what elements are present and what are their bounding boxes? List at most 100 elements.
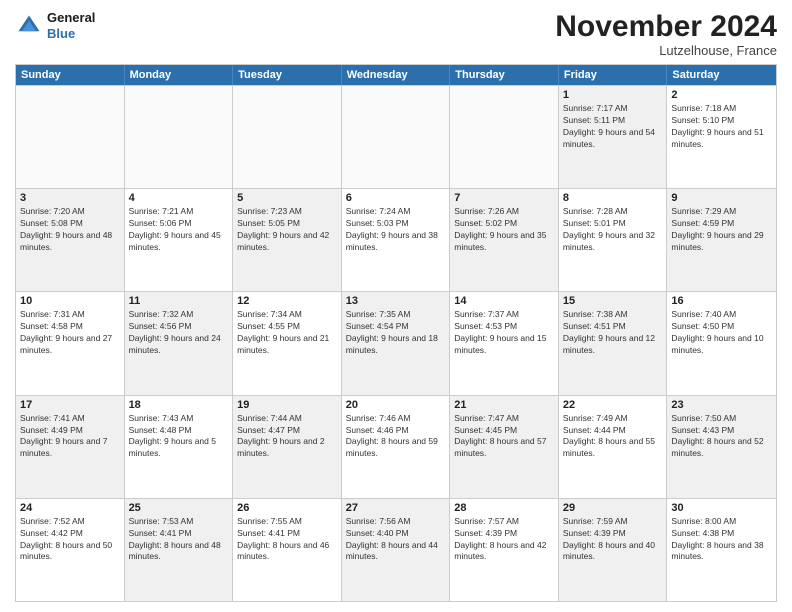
cell-info: Sunrise: 7:37 AM Sunset: 4:53 PM Dayligh…	[454, 309, 554, 357]
day-number: 12	[237, 295, 337, 307]
cal-cell-0-6: 2 Sunrise: 7:18 AM Sunset: 5:10 PM Daylig…	[667, 86, 776, 188]
day-number: 2	[671, 89, 772, 101]
cal-cell-2-1: 11 Sunrise: 7:32 AM Sunset: 4:56 PM Dayli…	[125, 292, 234, 394]
calendar: Sunday Monday Tuesday Wednesday Thursday…	[15, 64, 777, 602]
cell-info: Sunrise: 7:57 AM Sunset: 4:39 PM Dayligh…	[454, 516, 554, 564]
day-number: 20	[346, 399, 446, 411]
day-number: 25	[129, 502, 229, 514]
cell-info: Sunrise: 7:17 AM Sunset: 5:11 PM Dayligh…	[563, 103, 663, 151]
cell-info: Sunrise: 7:56 AM Sunset: 4:40 PM Dayligh…	[346, 516, 446, 564]
cal-cell-4-5: 29Sunrise: 7:59 AM Sunset: 4:39 PM Dayli…	[559, 499, 668, 601]
day-number: 10	[20, 295, 120, 307]
calendar-body: 1 Sunrise: 7:17 AM Sunset: 5:11 PM Daylig…	[16, 85, 776, 601]
cell-info: Sunrise: 7:18 AM Sunset: 5:10 PM Dayligh…	[671, 103, 772, 151]
day-number: 8	[563, 192, 663, 204]
title-area: November 2024 Lutzelhouse, France	[555, 10, 777, 58]
day-number: 15	[563, 295, 663, 307]
cell-info: Sunrise: 7:55 AM Sunset: 4:41 PM Dayligh…	[237, 516, 337, 564]
cal-cell-2-6: 16 Sunrise: 7:40 AM Sunset: 4:50 PM Dayli…	[667, 292, 776, 394]
cell-info: Sunrise: 7:41 AM Sunset: 4:49 PM Dayligh…	[20, 413, 120, 461]
logo: General Blue	[15, 10, 95, 41]
day-number: 7	[454, 192, 554, 204]
day-number: 14	[454, 295, 554, 307]
day-number: 4	[129, 192, 229, 204]
cal-cell-4-0: 24Sunrise: 7:52 AM Sunset: 4:42 PM Dayli…	[16, 499, 125, 601]
header: General Blue November 2024 Lutzelhouse, …	[15, 10, 777, 58]
cell-info: Sunrise: 7:47 AM Sunset: 4:45 PM Dayligh…	[454, 413, 554, 461]
cal-cell-3-2: 19 Sunrise: 7:44 AM Sunset: 4:47 PM Dayli…	[233, 396, 342, 498]
logo-line1: General	[47, 10, 95, 26]
cal-row-3: 17 Sunrise: 7:41 AM Sunset: 4:49 PM Dayli…	[16, 395, 776, 498]
cell-info: Sunrise: 7:31 AM Sunset: 4:58 PM Dayligh…	[20, 309, 120, 357]
day-number: 30	[671, 502, 772, 514]
logo-text: General Blue	[47, 10, 95, 41]
cal-cell-4-1: 25 Sunrise: 7:53 AM Sunset: 4:41 PM Dayli…	[125, 499, 234, 601]
header-wednesday: Wednesday	[342, 65, 451, 85]
cell-info: Sunrise: 7:38 AM Sunset: 4:51 PM Dayligh…	[563, 309, 663, 357]
cell-info: Sunrise: 7:40 AM Sunset: 4:50 PM Dayligh…	[671, 309, 772, 357]
cal-cell-1-6: 9Sunrise: 7:29 AM Sunset: 4:59 PM Daylig…	[667, 189, 776, 291]
day-number: 19	[237, 399, 337, 411]
cal-cell-4-4: 28 Sunrise: 7:57 AM Sunset: 4:39 PM Dayli…	[450, 499, 559, 601]
day-number: 16	[671, 295, 772, 307]
day-number: 22	[563, 399, 663, 411]
day-number: 1	[563, 89, 663, 101]
cell-info: Sunrise: 7:32 AM Sunset: 4:56 PM Dayligh…	[129, 309, 229, 357]
location: Lutzelhouse, France	[555, 43, 777, 58]
cell-info: Sunrise: 7:20 AM Sunset: 5:08 PM Dayligh…	[20, 206, 120, 254]
day-number: 23	[671, 399, 772, 411]
cal-cell-1-0: 3 Sunrise: 7:20 AM Sunset: 5:08 PM Daylig…	[16, 189, 125, 291]
header-thursday: Thursday	[450, 65, 559, 85]
cal-cell-0-2	[233, 86, 342, 188]
cell-info: Sunrise: 7:34 AM Sunset: 4:55 PM Dayligh…	[237, 309, 337, 357]
cal-cell-1-2: 5Sunrise: 7:23 AM Sunset: 5:05 PM Daylig…	[233, 189, 342, 291]
cal-cell-1-3: 6 Sunrise: 7:24 AM Sunset: 5:03 PM Daylig…	[342, 189, 451, 291]
day-number: 21	[454, 399, 554, 411]
cell-info: Sunrise: 8:00 AM Sunset: 4:38 PM Dayligh…	[671, 516, 772, 564]
cal-cell-2-0: 10 Sunrise: 7:31 AM Sunset: 4:58 PM Dayli…	[16, 292, 125, 394]
cal-cell-1-1: 4Sunrise: 7:21 AM Sunset: 5:06 PM Daylig…	[125, 189, 234, 291]
month-title: November 2024	[555, 10, 777, 43]
cal-cell-1-5: 8 Sunrise: 7:28 AM Sunset: 5:01 PM Daylig…	[559, 189, 668, 291]
cell-info: Sunrise: 7:24 AM Sunset: 5:03 PM Dayligh…	[346, 206, 446, 254]
cal-cell-0-1	[125, 86, 234, 188]
day-number: 18	[129, 399, 229, 411]
cell-info: Sunrise: 7:23 AM Sunset: 5:05 PM Dayligh…	[237, 206, 337, 254]
header-monday: Monday	[125, 65, 234, 85]
day-number: 11	[129, 295, 229, 307]
day-number: 3	[20, 192, 120, 204]
header-saturday: Saturday	[667, 65, 776, 85]
cal-cell-3-0: 17 Sunrise: 7:41 AM Sunset: 4:49 PM Dayli…	[16, 396, 125, 498]
cal-cell-2-2: 12 Sunrise: 7:34 AM Sunset: 4:55 PM Dayli…	[233, 292, 342, 394]
cell-info: Sunrise: 7:28 AM Sunset: 5:01 PM Dayligh…	[563, 206, 663, 254]
cell-info: Sunrise: 7:53 AM Sunset: 4:41 PM Dayligh…	[129, 516, 229, 564]
cal-cell-3-5: 22 Sunrise: 7:49 AM Sunset: 4:44 PM Dayli…	[559, 396, 668, 498]
day-number: 28	[454, 502, 554, 514]
page: General Blue November 2024 Lutzelhouse, …	[0, 0, 792, 612]
header-tuesday: Tuesday	[233, 65, 342, 85]
cell-info: Sunrise: 7:46 AM Sunset: 4:46 PM Dayligh…	[346, 413, 446, 461]
cell-info: Sunrise: 7:52 AM Sunset: 4:42 PM Dayligh…	[20, 516, 120, 564]
day-number: 26	[237, 502, 337, 514]
cell-info: Sunrise: 7:44 AM Sunset: 4:47 PM Dayligh…	[237, 413, 337, 461]
cal-cell-3-6: 23Sunrise: 7:50 AM Sunset: 4:43 PM Dayli…	[667, 396, 776, 498]
cal-cell-4-3: 27 Sunrise: 7:56 AM Sunset: 4:40 PM Dayli…	[342, 499, 451, 601]
day-number: 29	[563, 502, 663, 514]
cal-row-1: 3 Sunrise: 7:20 AM Sunset: 5:08 PM Daylig…	[16, 188, 776, 291]
day-number: 6	[346, 192, 446, 204]
day-number: 17	[20, 399, 120, 411]
cal-cell-0-4	[450, 86, 559, 188]
cal-cell-0-0	[16, 86, 125, 188]
cal-cell-3-1: 18Sunrise: 7:43 AM Sunset: 4:48 PM Dayli…	[125, 396, 234, 498]
cal-row-2: 10 Sunrise: 7:31 AM Sunset: 4:58 PM Dayli…	[16, 291, 776, 394]
cal-cell-3-4: 21 Sunrise: 7:47 AM Sunset: 4:45 PM Dayli…	[450, 396, 559, 498]
cal-cell-0-3	[342, 86, 451, 188]
cell-info: Sunrise: 7:35 AM Sunset: 4:54 PM Dayligh…	[346, 309, 446, 357]
cell-info: Sunrise: 7:29 AM Sunset: 4:59 PM Dayligh…	[671, 206, 772, 254]
cell-info: Sunrise: 7:49 AM Sunset: 4:44 PM Dayligh…	[563, 413, 663, 461]
cell-info: Sunrise: 7:26 AM Sunset: 5:02 PM Dayligh…	[454, 206, 554, 254]
day-number: 27	[346, 502, 446, 514]
cal-cell-1-4: 7 Sunrise: 7:26 AM Sunset: 5:02 PM Daylig…	[450, 189, 559, 291]
cal-cell-4-2: 26 Sunrise: 7:55 AM Sunset: 4:41 PM Dayli…	[233, 499, 342, 601]
header-sunday: Sunday	[16, 65, 125, 85]
